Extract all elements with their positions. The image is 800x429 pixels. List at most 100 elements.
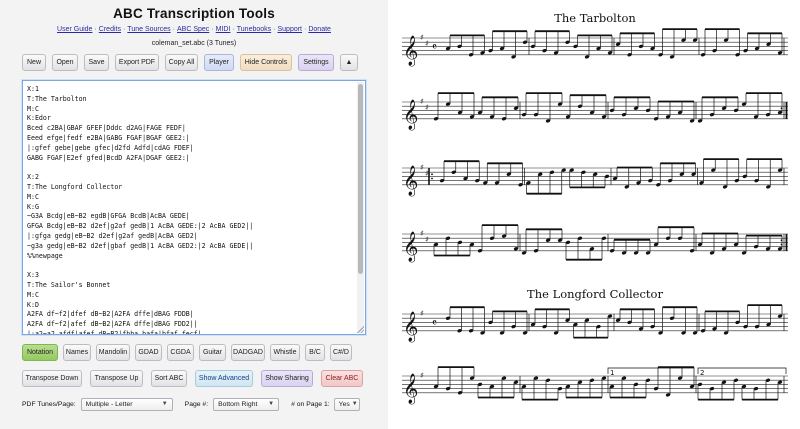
repeat-dot — [780, 107, 783, 110]
link-user-guide[interactable]: User Guide — [57, 26, 92, 33]
sharp-icon: ♯ — [420, 309, 424, 318]
abc-editor-line: A2FA df~f2|dfef dB~B2|A2FA dffe|dBAG FDD… — [27, 310, 194, 319]
page-number-label: Page #: — [184, 400, 209, 408]
app-title: ABC Transcription Tools — [113, 6, 275, 21]
chevron-down-icon: ▼ — [351, 401, 358, 407]
settings-button[interactable]: Settings — [298, 54, 334, 71]
show-sharing-button[interactable]: Show Sharing — [261, 370, 313, 387]
main-toolbar: New Open Save Export PDF Copy All Player… — [22, 54, 358, 71]
abc-editor-line: Eeed efge|fedf e2BA|GABG FGAF|BGAF GEE2:… — [27, 133, 190, 142]
bc-button[interactable]: B/C — [305, 344, 325, 361]
abc-editor-line: X:1 — [27, 85, 39, 93]
staff-line-6: 𝄞 ♯ 1 2 — [402, 366, 788, 405]
link-abc-spec[interactable]: ABC Spec — [177, 26, 209, 33]
abc-editor-line: M:C — [27, 104, 39, 113]
abc-editor-line: M:C — [27, 290, 39, 299]
page-number-value: Bottom Right — [218, 400, 258, 408]
transpose-down-button[interactable]: Transpose Down — [22, 370, 82, 387]
names-button[interactable]: Names — [63, 344, 91, 361]
open-button[interactable]: Open — [52, 54, 78, 71]
abc-editor-line: %%newpage — [27, 251, 63, 260]
score-preview: The Tarbolton 𝄞 ♯ ♯ 𝄴 𝄞 ♯ ♯ 𝄞 ♯ ♯ 𝄞 ♯ ♯ The Longf… — [390, 0, 800, 429]
file-name-label: coleman_set.abc (3 Tunes) — [151, 40, 237, 47]
hide-controls-button[interactable]: Hide Controls — [240, 54, 292, 71]
tune-title-tarbolton: The Tarbolton — [554, 11, 636, 25]
link-tune-sources[interactable]: Tune Sources — [127, 26, 170, 33]
transpose-row: Transpose Down Transpose Up Sort ABC Sho… — [22, 370, 363, 387]
dadgad-button[interactable]: DADGAD — [231, 344, 265, 361]
abc-tools-panel: ABC Transcription Tools User Guide · Credi… — [0, 0, 388, 429]
link-donate[interactable]: Donate — [308, 26, 331, 33]
transpose-up-button[interactable]: Transpose Up — [90, 370, 143, 387]
volta-label-1: 1 — [610, 369, 614, 377]
pdf-tunes-per-page-label: PDF Tunes/Page: — [22, 400, 76, 408]
mandolin-button[interactable]: Mandolin — [96, 344, 130, 361]
tune-title-longford-collector: The Longford Collector — [527, 287, 663, 301]
repeat-dot — [780, 111, 783, 114]
volta-label-2: 2 — [700, 369, 704, 377]
staff-line-4: 𝄞 ♯♯ — [402, 224, 788, 263]
common-time-icon: 𝄴 — [432, 41, 437, 54]
pdf-tunes-per-page-select[interactable]: Multiple - Letter ▼ — [80, 397, 173, 411]
abc-editor[interactable]: X:1 T:The Tarbolton M:C K:Edor Bced c2BA|GBA… — [22, 80, 366, 335]
link-tunebooks[interactable]: Tunebooks — [237, 26, 271, 33]
cgda-button[interactable]: CGDA — [167, 344, 194, 361]
abc-editor-line: |:gfef gebe|gebe gfec|d2fd Adfd|cdAG FDE… — [27, 143, 194, 152]
abc-editor-line: GABG FGAF|E2ef gfed|BcdD A2FA|DGAF GEE2:… — [27, 153, 190, 162]
whistle-button[interactable]: Whistle — [270, 344, 300, 361]
abc-editor-line: ~G3A Bcdg|eB~B2 egdB|GFGA BcdB|AcBA GEDE… — [27, 212, 190, 221]
pdf-tunes-per-page-value: Multiple - Letter — [85, 400, 133, 408]
abc-editor-line: T:The Sailor's Bonnet — [27, 280, 111, 289]
show-advanced-button[interactable]: Show Advanced — [195, 370, 253, 387]
new-button[interactable]: New — [22, 54, 46, 71]
treble-clef-icon: 𝄞 — [403, 373, 418, 405]
player-button[interactable]: Player — [204, 54, 234, 71]
treble-clef-icon: 𝄞 — [403, 165, 418, 197]
clear-abc-button[interactable]: Clear ABC — [321, 370, 363, 387]
link-support[interactable]: Support — [277, 26, 302, 33]
abc-editor-line: M:C — [27, 192, 39, 201]
notation-options-row: Notation Names Mandolin GDAD CGDA Guitar… — [22, 344, 352, 361]
sort-abc-button[interactable]: Sort ABC — [151, 370, 187, 387]
staff-line-1: 𝄞 ♯♯ 𝄴 — [402, 28, 788, 67]
abc-editor-line — [27, 261, 359, 271]
link-credits[interactable]: Credits — [99, 26, 121, 33]
pdf-options-row: PDF Tunes/Page: Multiple - Letter ▼ Page… — [22, 397, 360, 411]
treble-clef-icon: 𝄞 — [403, 231, 418, 263]
sharp-icon: ♯ — [425, 235, 429, 244]
treble-clef-icon: 𝄞 — [403, 99, 418, 131]
sharp-icon: ♯ — [420, 97, 424, 106]
abc-editor-line: GFGA Bcdg|eB~B2 d2ef|g2af gedB|1 AcBA GE… — [27, 222, 254, 231]
abc-editor-line: X:2 — [27, 173, 39, 182]
nav-links: User Guide · Credits · Tune Sources · ABC Spec… — [0, 26, 388, 33]
abc-editor-line: K:G — [27, 202, 39, 211]
link-midi[interactable]: MIDI — [216, 26, 231, 33]
number-on-page-one-select[interactable]: Yes ▼ — [333, 397, 360, 411]
notation-button[interactable]: Notation — [22, 344, 58, 361]
staff-line-5: 𝄞 ♯ 𝄴 — [402, 304, 788, 343]
scroll-up-button[interactable]: ▲ — [340, 54, 358, 71]
gdad-button[interactable]: GDAD — [135, 344, 162, 361]
copy-all-button[interactable]: Copy All — [165, 54, 198, 71]
volta-bracket-2 — [697, 367, 787, 374]
sharp-icon: ♯ — [420, 229, 424, 238]
sharp-icon: ♯ — [420, 371, 424, 380]
editor-scrollbar-thumb[interactable] — [358, 84, 363, 274]
page-number-select[interactable]: Bottom Right ▼ — [213, 397, 280, 411]
save-button[interactable]: Save — [84, 54, 109, 71]
sharp-icon: ♯ — [425, 103, 429, 112]
common-time-icon: 𝄴 — [432, 317, 437, 330]
csharp-d-button[interactable]: C#/D — [330, 344, 352, 361]
staff-line-3: 𝄞 ♯♯ — [402, 158, 788, 197]
volta-bracket-1 — [607, 367, 694, 374]
chevron-down-icon: ▼ — [161, 401, 168, 407]
abc-editor-text[interactable]: X:1 T:The Tarbolton M:C K:Edor Bced c2BA|GBA… — [27, 85, 359, 334]
staff-line-2: 𝄞 ♯♯ — [402, 92, 788, 131]
number-on-page-one-value: Yes — [338, 400, 350, 408]
resize-handle-icon[interactable] — [357, 326, 364, 333]
export-pdf-button[interactable]: Export PDF — [115, 54, 159, 71]
guitar-button[interactable]: Guitar — [199, 344, 226, 361]
abc-editor-line: K:Edor — [27, 114, 51, 123]
abc-editor-line: T:The Tarbolton — [27, 94, 87, 103]
abc-editor-line — [27, 163, 359, 173]
